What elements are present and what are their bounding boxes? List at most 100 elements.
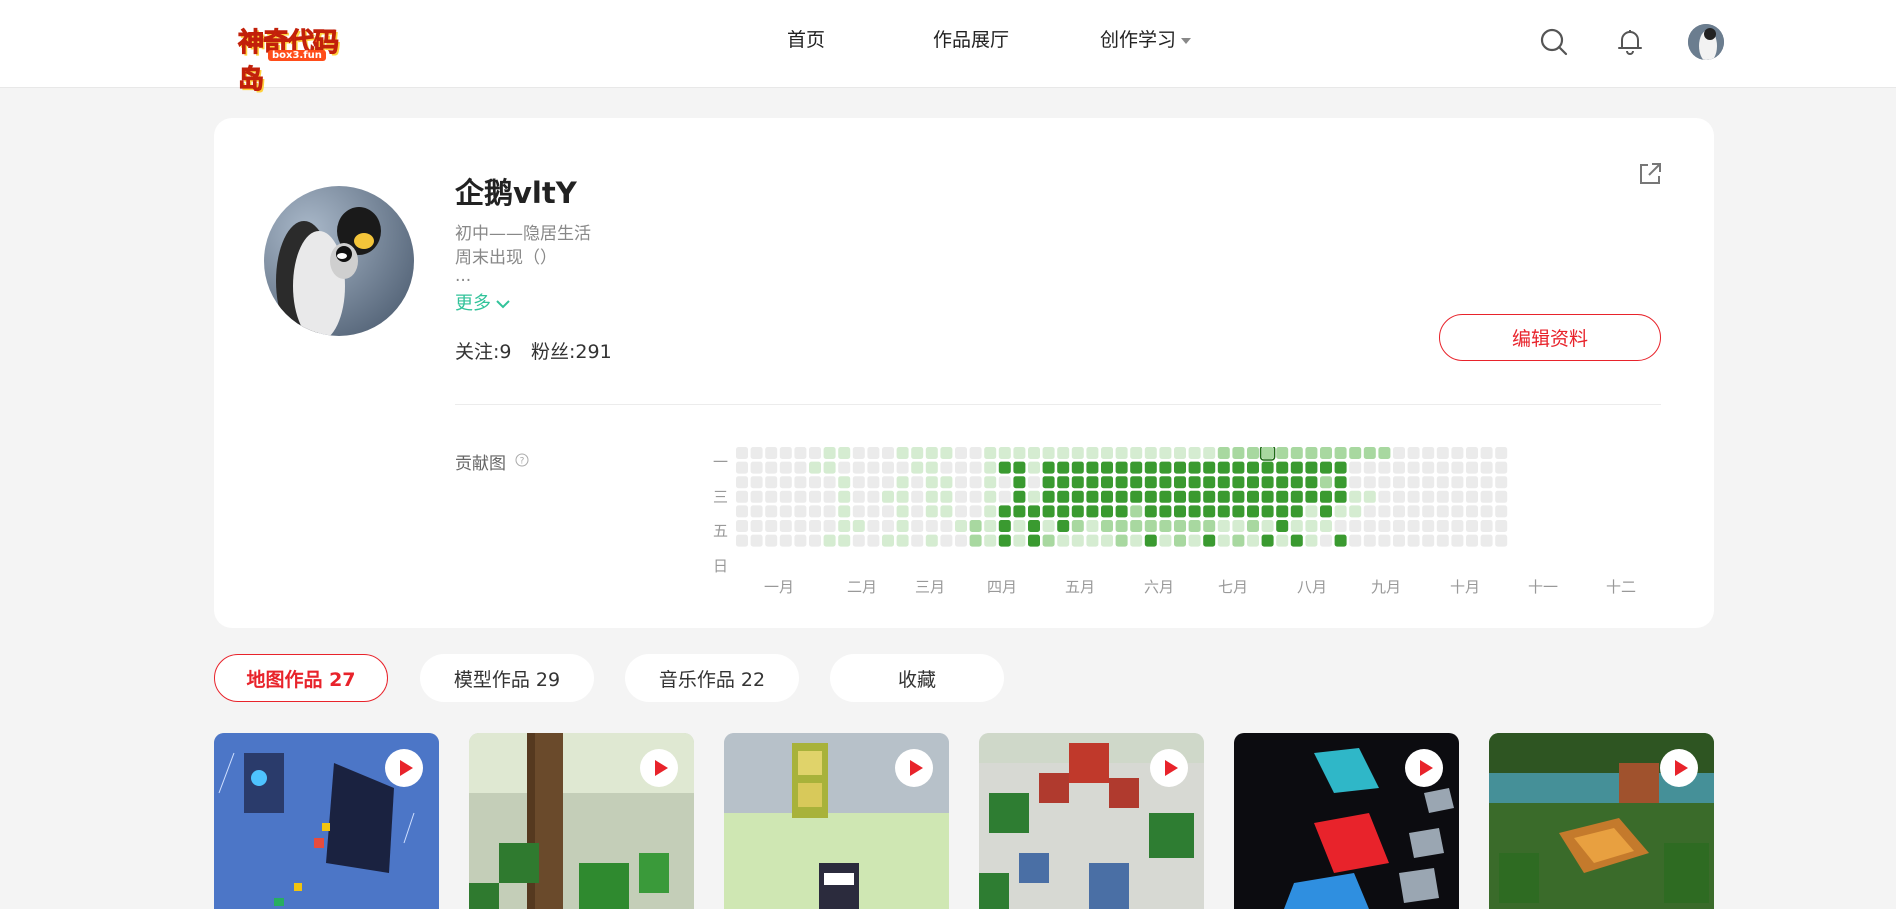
heatmap-cell[interactable] (867, 534, 880, 547)
heatmap-cell[interactable] (1378, 505, 1391, 518)
heatmap-cell[interactable] (1495, 520, 1508, 532)
heatmap-cell[interactable] (736, 505, 748, 518)
heatmap-cell[interactable] (1407, 520, 1420, 532)
heatmap-cell[interactable] (838, 534, 851, 547)
heatmap-cell[interactable] (1130, 534, 1143, 547)
tab-maps[interactable]: 地图作品 27 (214, 654, 388, 702)
heatmap-cell[interactable] (1071, 490, 1084, 503)
heatmap-cell[interactable] (940, 505, 953, 518)
heatmap-cell[interactable] (1363, 520, 1376, 532)
heatmap-cell[interactable] (1144, 476, 1157, 489)
heatmap-cell[interactable] (779, 520, 792, 532)
heatmap-cell[interactable] (911, 461, 924, 474)
heatmap-cell[interactable] (1495, 534, 1508, 547)
heatmap-cell[interactable] (882, 461, 894, 474)
heatmap-cell[interactable] (1436, 447, 1449, 459)
heatmap-cell[interactable] (1130, 461, 1143, 474)
heatmap-cell[interactable] (1422, 490, 1435, 503)
heatmap-cell[interactable] (867, 490, 880, 503)
heatmap-cell[interactable] (1247, 461, 1259, 474)
heatmap-cell[interactable] (1203, 534, 1216, 547)
heatmap-cell[interactable] (1232, 534, 1245, 547)
heatmap-cell[interactable] (1334, 534, 1347, 547)
play-icon[interactable] (1150, 749, 1188, 787)
heatmap-cell[interactable] (1101, 476, 1113, 489)
heatmap-cell[interactable] (1290, 520, 1303, 532)
heatmap-cell[interactable] (940, 476, 953, 489)
heatmap-cell[interactable] (1480, 505, 1493, 518)
heatmap-cell[interactable] (1393, 505, 1405, 518)
heatmap-cell[interactable] (925, 476, 938, 489)
heatmap-cell[interactable] (882, 476, 894, 489)
heatmap-cell[interactable] (1042, 447, 1055, 459)
heatmap-cell[interactable] (1159, 476, 1172, 489)
heatmap-cell[interactable] (1130, 490, 1143, 503)
help-icon[interactable]: ? (515, 452, 529, 467)
heatmap-cell[interactable] (1349, 476, 1362, 489)
heatmap-cell[interactable] (1466, 476, 1478, 489)
heatmap-cell[interactable] (1013, 534, 1026, 547)
heatmap-cell[interactable] (1363, 505, 1376, 518)
heatmap-cell[interactable] (882, 505, 894, 518)
heatmap-cell[interactable] (1363, 476, 1376, 489)
heatmap-cell[interactable] (809, 476, 821, 489)
play-icon[interactable] (640, 749, 678, 787)
heatmap-cell[interactable] (1144, 534, 1157, 547)
heatmap-cell[interactable] (1495, 461, 1508, 474)
heatmap-cell[interactable] (1480, 461, 1493, 474)
heatmap-cell[interactable] (1057, 447, 1070, 459)
heatmap-cell[interactable] (1334, 447, 1347, 459)
bell-icon[interactable] (1614, 26, 1646, 58)
heatmap-cell[interactable] (969, 461, 982, 474)
heatmap-cell[interactable] (1422, 520, 1435, 532)
heatmap-cell[interactable] (940, 490, 953, 503)
heatmap-cell[interactable] (1276, 461, 1289, 474)
heatmap-cell[interactable] (852, 490, 865, 503)
heatmap-cell[interactable] (940, 520, 953, 532)
heatmap-cell[interactable] (1042, 461, 1055, 474)
heatmap-cell[interactable] (794, 520, 807, 532)
heatmap-cell[interactable] (838, 490, 851, 503)
heatmap-cell[interactable] (1042, 490, 1055, 503)
heatmap-cell[interactable] (1159, 505, 1172, 518)
site-logo[interactable]: 神奇代码岛 box3.fun (238, 22, 358, 96)
user-avatar[interactable] (1688, 24, 1724, 60)
heatmap-cell[interactable] (1203, 505, 1216, 518)
heatmap-cell[interactable] (750, 447, 763, 459)
heatmap-cell[interactable] (896, 476, 909, 489)
heatmap-cell[interactable] (765, 476, 778, 489)
following-count[interactable]: 关注:9 (455, 337, 512, 364)
heatmap-cell[interactable] (1042, 505, 1055, 518)
heatmap-cell[interactable] (1334, 461, 1347, 474)
heatmap-cell[interactable] (1174, 534, 1186, 547)
nav-home[interactable]: 首页 (787, 25, 825, 52)
heatmap-cell[interactable] (1101, 520, 1113, 532)
heatmap-cell[interactable] (955, 534, 967, 547)
heatmap-cell[interactable] (998, 520, 1011, 532)
heatmap-cell[interactable] (1071, 505, 1084, 518)
heatmap-cell[interactable] (1188, 520, 1201, 532)
heatmap-cell[interactable] (1159, 461, 1172, 474)
heatmap-cell[interactable] (1144, 490, 1157, 503)
heatmap-cell[interactable] (1349, 447, 1362, 459)
heatmap-cell[interactable] (1334, 505, 1347, 518)
heatmap-cell[interactable] (1028, 505, 1040, 518)
heatmap-cell[interactable] (1495, 447, 1508, 459)
tab-music[interactable]: 音乐作品 22 (625, 654, 799, 702)
heatmap-cell[interactable] (794, 490, 807, 503)
heatmap-cell[interactable] (1466, 490, 1478, 503)
heatmap-cell[interactable] (1305, 490, 1318, 503)
heatmap-cell[interactable] (1261, 461, 1274, 474)
tab-models[interactable]: 模型作品 29 (420, 654, 594, 702)
heatmap-cell[interactable] (1422, 505, 1435, 518)
heatmap-cell[interactable] (838, 447, 851, 459)
heatmap-cell[interactable] (1028, 461, 1040, 474)
heatmap-cell[interactable] (1276, 534, 1289, 547)
heatmap-cell[interactable] (1247, 520, 1259, 532)
heatmap-cell[interactable] (955, 447, 967, 459)
heatmap-cell[interactable] (1320, 461, 1332, 474)
play-icon[interactable] (385, 749, 423, 787)
heatmap-cell[interactable] (823, 447, 836, 459)
heatmap-cell[interactable] (1261, 520, 1274, 532)
heatmap-cell[interactable] (1422, 534, 1435, 547)
